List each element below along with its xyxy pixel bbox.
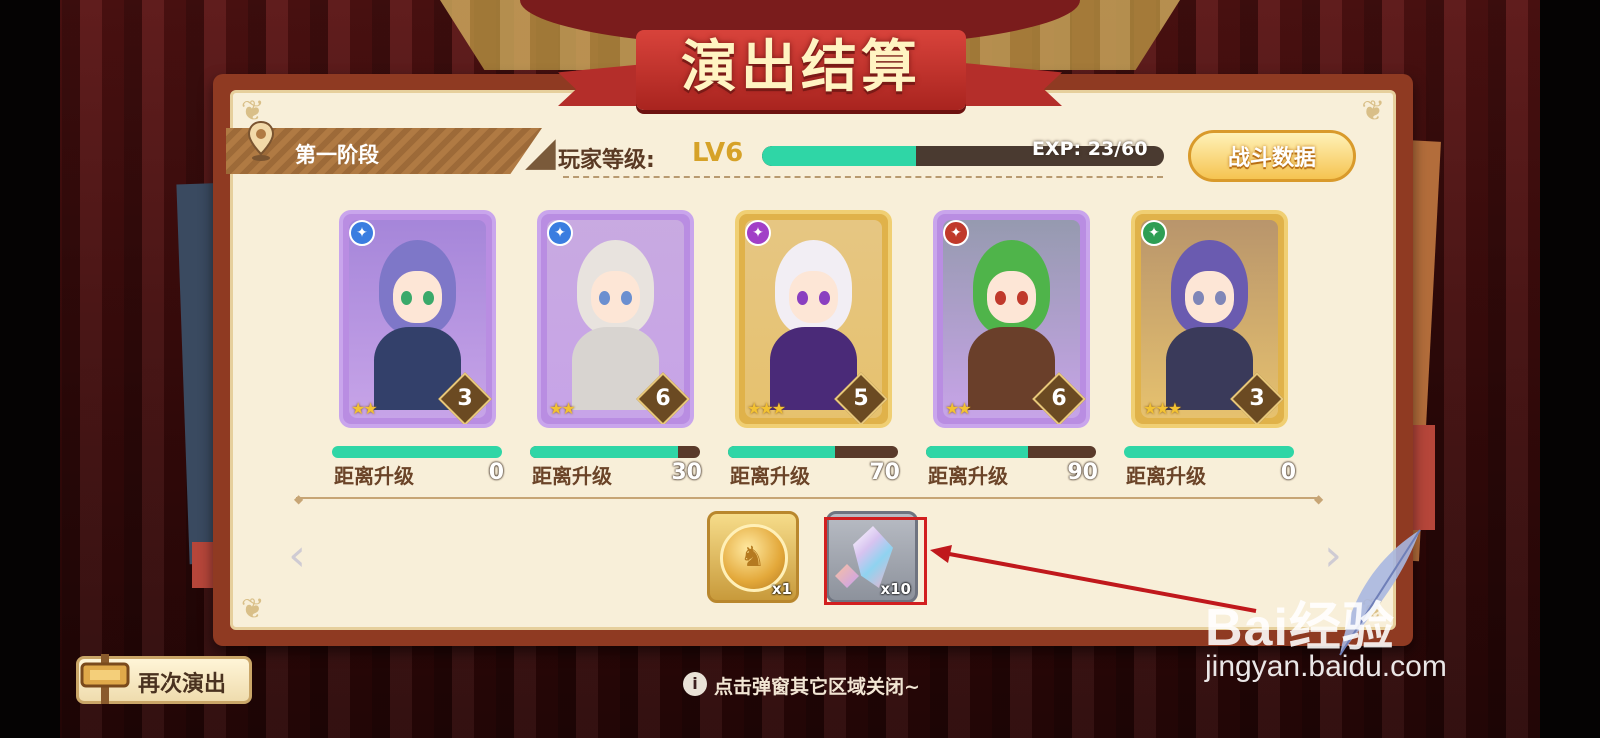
upgrade-value: 0 xyxy=(488,460,504,485)
character-card[interactable]: ✦ ★★ 3 xyxy=(339,210,496,428)
exp-text: EXP: 23/60 xyxy=(1032,138,1148,160)
upgrade-progress-bar xyxy=(728,446,898,458)
watermark-url: jingyan.baidu.com xyxy=(1205,650,1447,683)
upgrade-label: 距离升级 xyxy=(334,464,414,488)
dashed-separator xyxy=(563,176,1163,178)
character-eye xyxy=(401,291,412,306)
crystal-shard-icon xyxy=(835,564,859,588)
character-eye xyxy=(1016,291,1028,306)
upgrade-progress-fill xyxy=(728,446,836,458)
upgrade-progress-bar xyxy=(530,446,700,458)
wand-icon: ✦ xyxy=(745,220,771,246)
corner-ornament-icon: ❦ xyxy=(1361,94,1385,127)
upgrade-progress-bar xyxy=(332,446,502,458)
upgrade-value: 30 xyxy=(671,460,702,485)
rarity-stars: ★★ xyxy=(549,399,576,418)
stage-name: 第一阶段 xyxy=(295,143,379,167)
upgrade-value: 70 xyxy=(869,460,900,485)
character-eye xyxy=(1193,291,1204,306)
divider-end-icon: ◆ xyxy=(1314,492,1324,506)
right-letterbox xyxy=(1540,0,1600,738)
previous-page-arrow-icon[interactable]: ‹ xyxy=(282,530,312,581)
character-card[interactable]: ✦ ★★ 6 xyxy=(933,210,1090,428)
upgrade-progress-fill xyxy=(1124,446,1294,458)
reward-count: x10 xyxy=(880,580,911,598)
player-level-value: LV6 xyxy=(692,138,744,168)
character-eye xyxy=(818,291,830,306)
upgrade-label: 距离升级 xyxy=(730,464,810,488)
rarity-stars: ★★ xyxy=(351,399,378,418)
level-number: 3 xyxy=(457,386,473,411)
close-hint: 点击弹窗其它区域关闭~ xyxy=(714,676,920,698)
character-eye xyxy=(620,291,632,306)
upgrade-label: 距离升级 xyxy=(1126,464,1206,488)
exp-progress-fill xyxy=(762,146,916,166)
upgrade-progress-fill xyxy=(530,446,678,458)
coin-emblem-icon: ♞ xyxy=(740,540,766,573)
rarity-stars: ★★ xyxy=(945,399,972,418)
character-card[interactable]: ✦ ★★★ 3 xyxy=(1131,210,1288,428)
player-level-label: 玩家等级: xyxy=(558,148,655,173)
reward-count: x1 xyxy=(771,580,792,598)
upgrade-progress-fill xyxy=(332,446,502,458)
leaf-icon: ✦ xyxy=(1141,220,1167,246)
watermark-logo: Bai经验 xyxy=(1205,599,1395,657)
page-title: 演出结算 xyxy=(681,35,921,100)
character-eye xyxy=(422,291,434,306)
character-card[interactable]: ✦ ★★★ 5 xyxy=(735,210,892,428)
book-icon: ✦ xyxy=(547,220,573,246)
reward-item[interactable]: ♞ x1 xyxy=(707,511,799,603)
upgrade-value: 90 xyxy=(1067,460,1098,485)
level-number: 3 xyxy=(1249,386,1265,411)
rarity-stars: ★★★ xyxy=(747,399,786,418)
sword-icon: ✦ xyxy=(943,220,969,246)
character-eye xyxy=(1214,291,1226,306)
signpost-icon xyxy=(80,654,130,704)
level-number: 6 xyxy=(655,386,671,411)
upgrade-value: 0 xyxy=(1280,460,1296,485)
character-eye xyxy=(599,291,610,306)
wand-icon: ✦ xyxy=(349,220,375,246)
divider-end-icon: ◆ xyxy=(294,492,304,506)
upgrade-progress-bar xyxy=(1124,446,1294,458)
character-card[interactable]: ✦ ★★ 6 xyxy=(537,210,694,428)
level-number: 5 xyxy=(853,386,869,411)
info-icon: i xyxy=(683,672,707,696)
upgrade-label: 距离升级 xyxy=(532,464,612,488)
battle-data-button[interactable]: 战斗数据 xyxy=(1188,130,1356,182)
location-pin-icon xyxy=(247,120,275,161)
left-letterbox xyxy=(0,0,60,738)
crystal-icon xyxy=(853,526,893,588)
upgrade-progress-bar xyxy=(926,446,1096,458)
rarity-stars: ★★★ xyxy=(1143,399,1182,418)
reward-item[interactable]: x10 xyxy=(826,511,918,603)
corner-ornament-icon: ❦ xyxy=(241,592,265,625)
section-divider xyxy=(296,497,1320,499)
level-number: 6 xyxy=(1051,386,1067,411)
replay-button-label: 再次演出 xyxy=(138,672,227,697)
upgrade-progress-fill xyxy=(926,446,1028,458)
upgrade-label: 距离升级 xyxy=(928,464,1008,488)
chevron-divider-icon: ◢ xyxy=(525,129,556,175)
character-eye xyxy=(995,291,1006,306)
character-eye xyxy=(797,291,808,306)
